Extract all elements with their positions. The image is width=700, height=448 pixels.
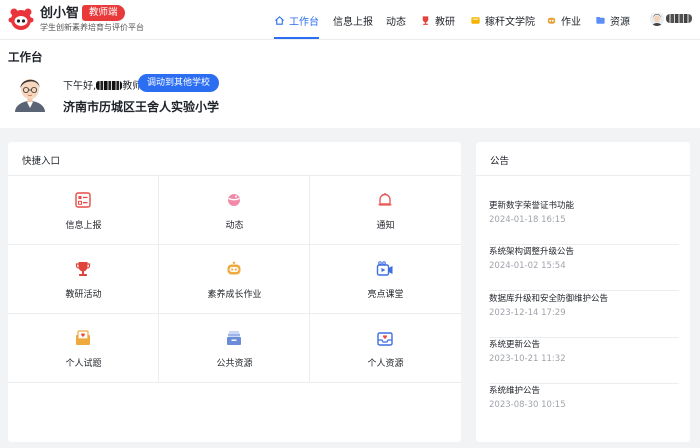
user-name-redacted[interactable] <box>666 14 692 23</box>
greeting: 下午好, 教师 <box>63 77 142 92</box>
planet-icon <box>228 194 240 206</box>
teacher-avatar <box>15 79 45 112</box>
quick-entry-label: 个人试题 <box>65 359 102 369</box>
quick-entry-title: 快捷入口 <box>22 156 61 167</box>
home-icon <box>274 15 285 26</box>
announcement-item-title: 系统更新公告 <box>489 340 541 350</box>
nav-label: 工作台 <box>289 16 319 28</box>
mail-heart-icon <box>76 330 90 345</box>
announcement-item-title: 数据库升级和安全防御维护公告 <box>489 294 609 304</box>
nav-label: 资源 <box>610 16 630 28</box>
announcement-item[interactable]: 系统维护公告 2023-08-30 10:15 <box>489 384 679 430</box>
quick-entry-feed[interactable]: 动态 <box>159 176 310 245</box>
nav-label: 动态 <box>386 16 406 28</box>
announcement-item-date: 2023-08-30 10:15 <box>489 400 566 410</box>
report-icon <box>75 192 91 208</box>
inbox-heart-icon <box>377 332 393 346</box>
nav-homework[interactable]: 作业 <box>546 0 581 40</box>
quick-entry-research[interactable]: 教研活动 <box>8 245 159 314</box>
announcement-item-date: 2024-01-18 16:15 <box>489 215 566 225</box>
quick-entry-label: 个人资源 <box>367 359 404 369</box>
nav-research[interactable]: 教研 <box>420 0 455 40</box>
quick-entry-highlight-class[interactable]: 亮点课堂 <box>310 245 461 314</box>
bell-icon <box>378 193 392 206</box>
trophy-icon <box>420 15 431 26</box>
announcement-title: 公告 <box>490 156 510 167</box>
school-name: 济南市历城区王舍人实验小学 <box>63 100 220 114</box>
announcement-item-title: 系统架构调整升级公告 <box>489 247 575 257</box>
nav-label: 作业 <box>561 16 581 28</box>
quick-entry-label: 公共资源 <box>216 359 253 369</box>
announcement-item-date: 2023-10-21 11:32 <box>489 354 566 364</box>
announcement-item[interactable]: 系统更新公告 2023-10-21 11:32 <box>489 338 679 384</box>
quick-entry-notice[interactable]: 通知 <box>310 176 461 245</box>
switch-school-button[interactable]: 调动到其他学校 <box>138 74 220 92</box>
quick-entry-label: 素养成长作业 <box>207 290 262 300</box>
announcement-item-date: 2024-01-02 15:54 <box>489 261 566 271</box>
video-icon <box>376 261 393 276</box>
robot-icon <box>546 15 557 26</box>
workbench-header: 工作台 下午好, 教师 调动到其他学校 济南市历城区王舍人实验小学 <box>0 40 700 128</box>
divider <box>476 175 690 176</box>
announcement-item-title: 系统维护公告 <box>489 386 541 396</box>
quick-entry-homework[interactable]: 素养成长作业 <box>159 245 310 314</box>
quick-entry-label: 信息上报 <box>65 221 102 231</box>
nav-info-report[interactable]: 信息上报 <box>333 0 373 40</box>
nav-resources[interactable]: 资源 <box>595 0 630 40</box>
nav-label: 信息上报 <box>333 16 373 28</box>
archive-icon <box>227 331 241 345</box>
quick-entry-personal-questions[interactable]: 个人试题 <box>8 314 159 383</box>
nav-label: 稼秆文学院 <box>485 16 535 28</box>
quick-entry-label: 动态 <box>225 221 244 231</box>
quick-entry-label: 教研活动 <box>65 290 102 300</box>
announcement-item[interactable]: 数据库升级和安全防御维护公告 2023-12-14 17:29 <box>489 292 679 338</box>
brand-subtitle: 学生创新素养培育与评价平台 <box>40 23 144 32</box>
announcement-item-date: 2023-12-14 17:29 <box>489 308 566 318</box>
greeting-text: 下午好, <box>63 81 97 92</box>
page-title: 工作台 <box>8 50 43 64</box>
book-icon <box>470 15 481 26</box>
teacher-name-redacted <box>96 81 123 90</box>
quick-entry-panel: 快捷入口 信息上报 动态 通知 教研活动 素养成长作业 亮点课堂 个人试题 公共… <box>8 142 461 442</box>
quick-entry-grid: 信息上报 动态 通知 教研活动 素养成长作业 亮点课堂 个人试题 公共资源 个人… <box>8 175 461 383</box>
top-navbar: 创小智 教师端 学生创新素养培育与评价平台 工作台 信息上报 动态 教研 稼秆文… <box>0 0 700 40</box>
quick-entry-label: 亮点课堂 <box>367 290 404 300</box>
nav-academy[interactable]: 稼秆文学院 <box>470 0 535 40</box>
nav-label: 教研 <box>435 16 455 28</box>
nav-feed[interactable]: 动态 <box>386 0 406 40</box>
announcement-item[interactable]: 更新数字荣誉证书功能 2024-01-18 16:15 <box>489 199 679 245</box>
quick-entry-label: 通知 <box>376 221 395 231</box>
announcement-item[interactable]: 系统架构调整升级公告 2024-01-02 15:54 <box>489 245 679 291</box>
quick-entry-public-resources[interactable]: 公共资源 <box>159 314 310 383</box>
logo-icon <box>8 8 34 30</box>
folder-icon <box>595 15 606 26</box>
role-badge: 教师端 <box>82 5 125 21</box>
announcement-panel: 公告 更新数字荣誉证书功能 2024-01-18 16:15 系统架构调整升级公… <box>476 142 690 442</box>
quick-entry-personal-resources[interactable]: 个人资源 <box>310 314 461 383</box>
quick-entry-info-report[interactable]: 信息上报 <box>8 176 159 245</box>
trophy-icon <box>75 262 91 276</box>
robot-icon <box>227 261 241 275</box>
user-avatar[interactable] <box>650 12 664 26</box>
announcement-item-title: 更新数字荣誉证书功能 <box>489 201 575 211</box>
brand-name: 创小智 <box>40 6 80 21</box>
nav-workbench[interactable]: 工作台 <box>274 0 319 40</box>
